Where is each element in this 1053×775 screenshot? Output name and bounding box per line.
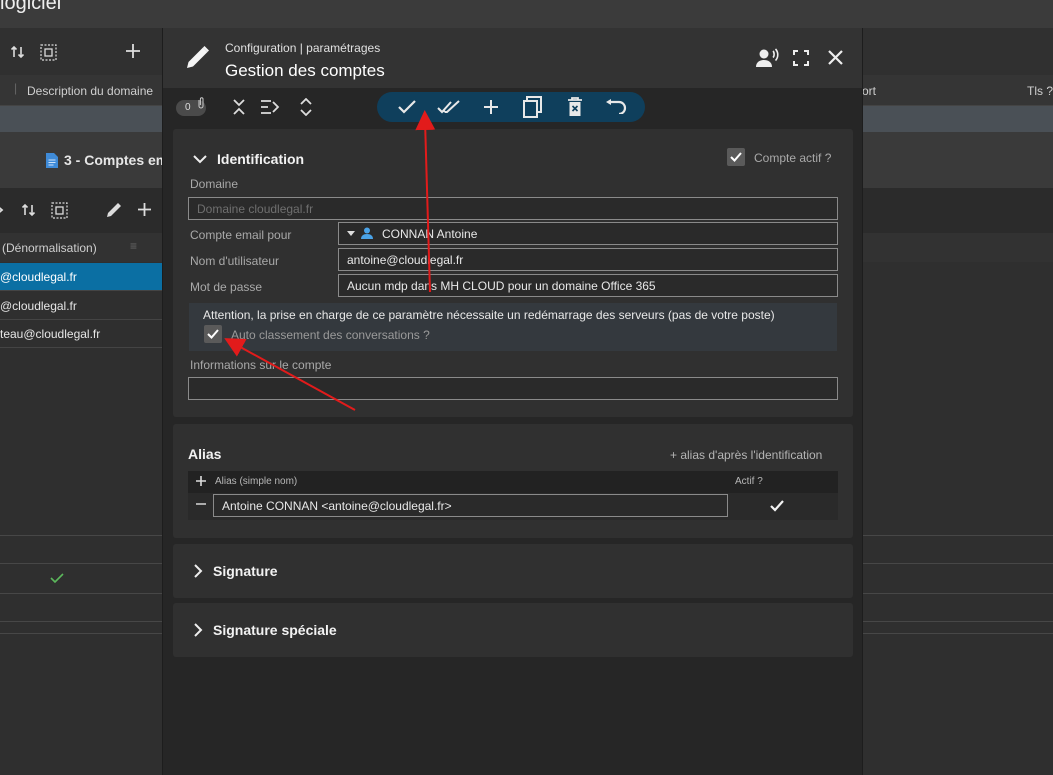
table-row[interactable]: @cloudlegal.fr — [0, 292, 162, 320]
col-ort[interactable]: ort — [862, 84, 876, 98]
domaine-label: Domaine — [190, 177, 239, 191]
add-alias-link[interactable]: + alias d'après l'identification — [670, 448, 822, 462]
document-icon — [46, 152, 58, 168]
breadcrumb: Configuration | paramétrages — [225, 41, 381, 55]
auto-classement-label: Auto classement des conversations ? — [231, 328, 430, 342]
compte-email-label: Compte email pour — [190, 228, 292, 242]
add-icon[interactable] — [137, 202, 152, 217]
app-title-bar: logiciel — [0, 0, 1053, 28]
alias-column-header: Alias (simple nom) — [215, 476, 298, 487]
table-row[interactable]: teau@cloudlegal.fr — [0, 320, 162, 348]
account-dialog: Configuration | paramétrages Gestion des… — [162, 28, 863, 775]
informations-input[interactable] — [188, 377, 838, 400]
edit-icon[interactable] — [105, 201, 123, 219]
col-tls[interactable]: Tls ? — [1027, 84, 1053, 98]
dialog-header: Configuration | paramétrages Gestion des… — [163, 28, 862, 88]
identification-header[interactable]: Identification — [193, 151, 304, 167]
table-row[interactable]: @cloudlegal.fr — [0, 263, 162, 291]
signature-speciale-header[interactable]: Signature spéciale — [193, 622, 337, 638]
dialog-toolbar: 0 — [163, 88, 862, 128]
user-icon — [361, 227, 373, 239]
sort-icon[interactable] — [21, 202, 37, 218]
remove-row-icon[interactable] — [195, 498, 207, 510]
alias-actif-checkbox[interactable] — [769, 499, 785, 513]
auto-classement-checkbox[interactable] — [204, 325, 222, 343]
table-row: Antoine CONNAN <antoine@cloudlegal.fr> — [188, 493, 838, 520]
undo-icon[interactable] — [605, 98, 627, 114]
add-icon[interactable] — [125, 43, 141, 59]
save-check-icon[interactable] — [397, 99, 417, 115]
warning-box: Attention, la prise en charge de ce para… — [189, 303, 837, 351]
select-all-icon[interactable] — [51, 202, 68, 219]
dialog-title: Gestion des comptes — [225, 61, 385, 80]
expand-all-icon[interactable] — [299, 98, 313, 116]
domaine-input[interactable]: Domaine cloudlegal.fr — [188, 197, 838, 220]
save-close-double-check-icon[interactable] — [437, 99, 461, 115]
alias-input[interactable]: Antoine CONNAN <antoine@cloudlegal.fr> — [213, 494, 728, 517]
identification-section: Identification Compte actif ? Domaine Do… — [173, 129, 853, 417]
app-title: logiciel — [0, 0, 62, 14]
collapse-all-icon[interactable] — [232, 98, 246, 116]
voice-icon[interactable] — [756, 48, 780, 68]
chevron-right-icon — [194, 564, 203, 578]
chevron-right-icon — [194, 623, 203, 637]
warning-text: Attention, la prise en charge de ce para… — [203, 308, 775, 322]
actif-column-header: Actif ? — [735, 476, 763, 487]
chevron-down-icon — [193, 155, 207, 164]
col-description-domaine[interactable]: Description du domaine — [27, 84, 153, 98]
signature-header[interactable]: Signature — [193, 563, 278, 579]
tab-comptes-email[interactable]: 3 - Comptes em — [46, 152, 168, 168]
nom-utilisateur-input[interactable]: antoine@cloudlegal.fr — [338, 248, 838, 271]
add-row-icon[interactable] — [195, 475, 207, 487]
delete-icon[interactable] — [567, 97, 583, 117]
compte-email-select[interactable]: CONNAN Antoine — [338, 222, 838, 245]
signature-section: Signature — [173, 544, 853, 598]
tab-label: 3 - Comptes em — [64, 152, 169, 168]
mot-de-passe-label: Mot de passe — [190, 280, 263, 294]
col-denormalisation[interactable]: (Dénormalisation) — [2, 241, 97, 255]
indent-icon[interactable] — [259, 98, 281, 116]
compte-actif-label: Compte actif ? — [754, 151, 832, 165]
add-icon[interactable] — [482, 98, 500, 116]
duplicate-icon[interactable] — [523, 96, 543, 118]
check-icon — [50, 572, 64, 584]
paperclip-icon — [197, 96, 205, 110]
close-icon[interactable] — [827, 49, 844, 66]
signature-speciale-section: Signature spéciale — [173, 603, 853, 657]
column-menu-icon[interactable]: ≡ — [130, 239, 137, 253]
close-icon[interactable] — [0, 202, 6, 218]
alias-section: Alias + alias d'après l'identification A… — [173, 424, 853, 538]
select-all-icon[interactable] — [40, 44, 57, 61]
fullscreen-icon[interactable] — [793, 50, 809, 66]
mot-de-passe-input[interactable]: Aucun mdp dans MH CLOUD pour un domaine … — [338, 274, 838, 297]
action-toolbar — [377, 92, 645, 122]
sort-icon[interactable] — [10, 44, 26, 60]
informations-label: Informations sur le compte — [190, 358, 332, 372]
pencil-icon — [185, 44, 211, 70]
alias-table-header: Alias (simple nom) Actif ? — [188, 471, 838, 493]
compte-actif-checkbox[interactable] — [727, 148, 745, 166]
dropdown-arrow-icon — [347, 231, 355, 236]
alias-header: Alias — [188, 446, 222, 462]
nom-utilisateur-label: Nom d'utilisateur — [190, 254, 279, 268]
